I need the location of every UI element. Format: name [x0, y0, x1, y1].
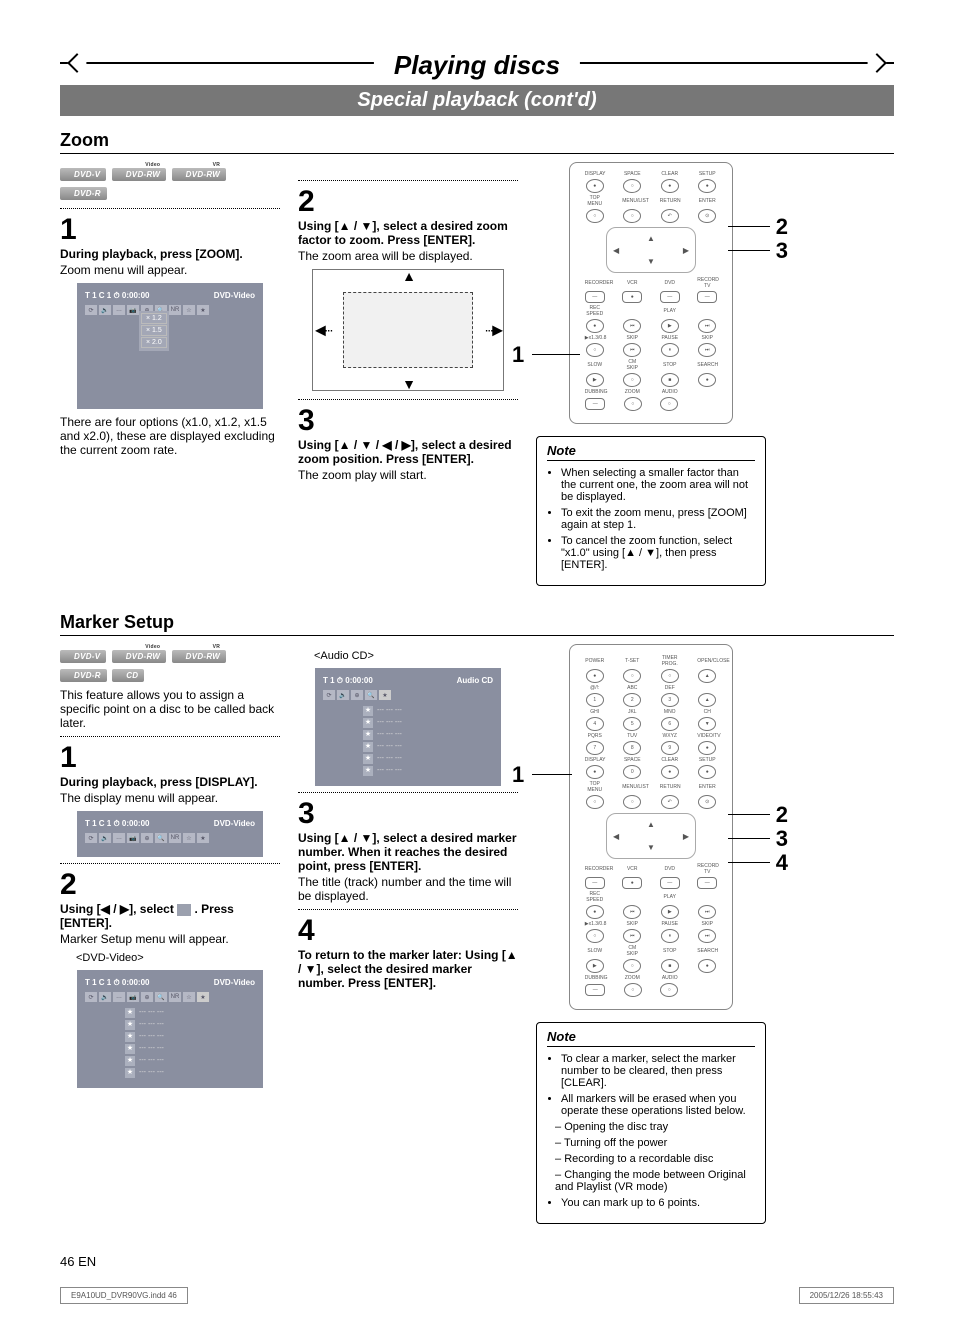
zoom-disc-badges: DVD-V VideoDVD-RW VRDVD-RW DVD-R — [60, 166, 280, 204]
enter-button-2[interactable]: ⊙ — [698, 795, 716, 809]
zoom-step3-num: 3 — [298, 406, 518, 436]
dvd-video-label: <DVD-Video> — [76, 952, 280, 964]
up-arrow-button[interactable]: ▲ — [647, 234, 655, 243]
m-callout-4: 4 — [776, 850, 788, 876]
marker-step2-num: 2 — [60, 870, 280, 900]
header-banner: Playing discs — [60, 50, 894, 81]
footer-date: 2005/12/26 18:55:43 — [799, 1287, 894, 1304]
marker-note: Note To clear a marker, select the marke… — [536, 1022, 766, 1224]
zoom-step1-num: 1 — [60, 215, 280, 245]
zoom-osd: T 1 C 1 ⏱ 0:00:00 DVD-Video ⟳🔊…📷⊕🔍NR☆★ ×… — [77, 283, 263, 409]
zoom-step2-num: 2 — [298, 187, 518, 217]
marker-step1-title: During playback, press [DISPLAY]. — [60, 775, 280, 789]
zoom-step3-sub: The zoom play will start. — [298, 468, 518, 482]
marker-osd2: T 1 C 1 ⏱ 0:00:00 DVD-Video ⟳🔊…📷⊕🔍NR☆★ ★… — [77, 970, 263, 1088]
enter-button[interactable]: ⊙ — [698, 209, 716, 223]
marker-step3-title: Using [▲ / ▼], select a desired marker n… — [298, 831, 518, 873]
dpad-2[interactable]: ◀ ▲▼ ▶ — [606, 813, 696, 859]
zoom-area-diagram: ▲ ▼ ◀··· ···▶ — [312, 269, 504, 391]
zoom-step1-after: There are four options (x1.0, x1.2, x1.5… — [60, 415, 280, 457]
badge-cd: CD — [112, 669, 144, 682]
marker-osd-audiocd: T 1 ⏱ 0:00:00 Audio CD ⟳🔊⊕🔍★ ★--- --- --… — [315, 668, 501, 786]
page-title: Playing discs — [374, 50, 580, 81]
m-callout-1: 1 — [512, 762, 524, 788]
marker-remote-diagram: POWERT-SETTIMER PROG.OPEN/CLOSE ●○○▲ @/!… — [536, 644, 766, 1010]
osd-info-left: T 1 C 1 ⏱ 0:00:00 — [85, 291, 150, 301]
marker-step1-sub: The display menu will appear. — [60, 791, 280, 805]
badge-dvd-r: DVD-R — [60, 187, 107, 200]
badge-dvd-rw-video: VideoDVD-RW — [112, 168, 167, 181]
marker-heading: Marker Setup — [60, 612, 894, 636]
zoom-step3-title: Using [▲ / ▼ / ◀ / ▶], select a desired … — [298, 438, 518, 466]
audio-cd-label: <Audio CD> — [314, 650, 518, 662]
osd-info-right: DVD-Video — [214, 291, 255, 301]
marker-osd1: T 1 C 1 ⏱ 0:00:00 DVD-Video ⟳🔊…📷⊕🔍NR☆★ — [77, 811, 263, 857]
marker-step3-sub: The title (track) number and the time wi… — [298, 875, 518, 903]
zoom-step2-sub: The zoom area will be displayed. — [298, 249, 518, 263]
marker-disc-badges: DVD-V VideoDVD-RW VRDVD-RW DVD-R CD — [60, 648, 280, 686]
marker-step4-num: 4 — [298, 916, 518, 946]
marker-step3-num: 3 — [298, 799, 518, 829]
marker-intro: This feature allows you to assign a spec… — [60, 688, 280, 730]
m-callout-2: 2 — [776, 802, 788, 828]
page-subtitle: Special playback (cont'd) — [60, 85, 894, 116]
zoom-step2-title: Using [▲ / ▼], select a desired zoom fac… — [298, 219, 518, 247]
marker-step2-sub: Marker Setup menu will appear. — [60, 932, 280, 946]
callout-3: 3 — [776, 238, 788, 264]
display-button-2[interactable]: ● — [586, 765, 604, 779]
marker-step2-title: Using [◀ / ▶], select . Press [ENTER]. — [60, 902, 280, 930]
badge-dvd-rw-vr: VRDVD-RW — [172, 168, 227, 181]
m-callout-3: 3 — [776, 826, 788, 852]
marker-step1-num: 1 — [60, 743, 280, 773]
display-button[interactable]: ● — [586, 179, 604, 193]
note-title: Note — [547, 443, 755, 461]
zoom-button[interactable]: ○ — [624, 397, 642, 411]
badge-dvd-v: DVD-V — [60, 168, 106, 181]
left-arrow-button[interactable]: ◀ — [613, 246, 619, 255]
page-number: 46 EN — [60, 1254, 96, 1269]
zoom-options-list: × 1.2 × 1.5 × 2.0 — [139, 311, 169, 351]
zoom-note: Note When selecting a smaller factor tha… — [536, 436, 766, 586]
note-title-2: Note — [547, 1029, 755, 1047]
zoom-step1-sub: Zoom menu will appear. — [60, 263, 280, 277]
zoom-remote-diagram: DISPLAYSPACECLEARSETUP ●○●● TOP MENUMENU… — [536, 162, 766, 424]
down-arrow-button[interactable]: ▼ — [647, 257, 655, 266]
clear-button[interactable]: ● — [661, 765, 679, 779]
footer-file: E9A10UD_DVR90VG.indd 46 — [60, 1287, 188, 1304]
zoom-step1-title: During playback, press [ZOOM]. — [60, 247, 280, 261]
dpad[interactable]: ◀ ▲ ▼ ▶ — [606, 227, 696, 273]
page-footer: 46 EN — [60, 1254, 894, 1269]
zoom-heading: Zoom — [60, 130, 894, 154]
callout-1: 1 — [512, 342, 524, 368]
marker-step4-title: To return to the marker later: Using [▲ … — [298, 948, 518, 990]
callout-2: 2 — [776, 214, 788, 240]
right-arrow-button[interactable]: ▶ — [683, 246, 689, 255]
